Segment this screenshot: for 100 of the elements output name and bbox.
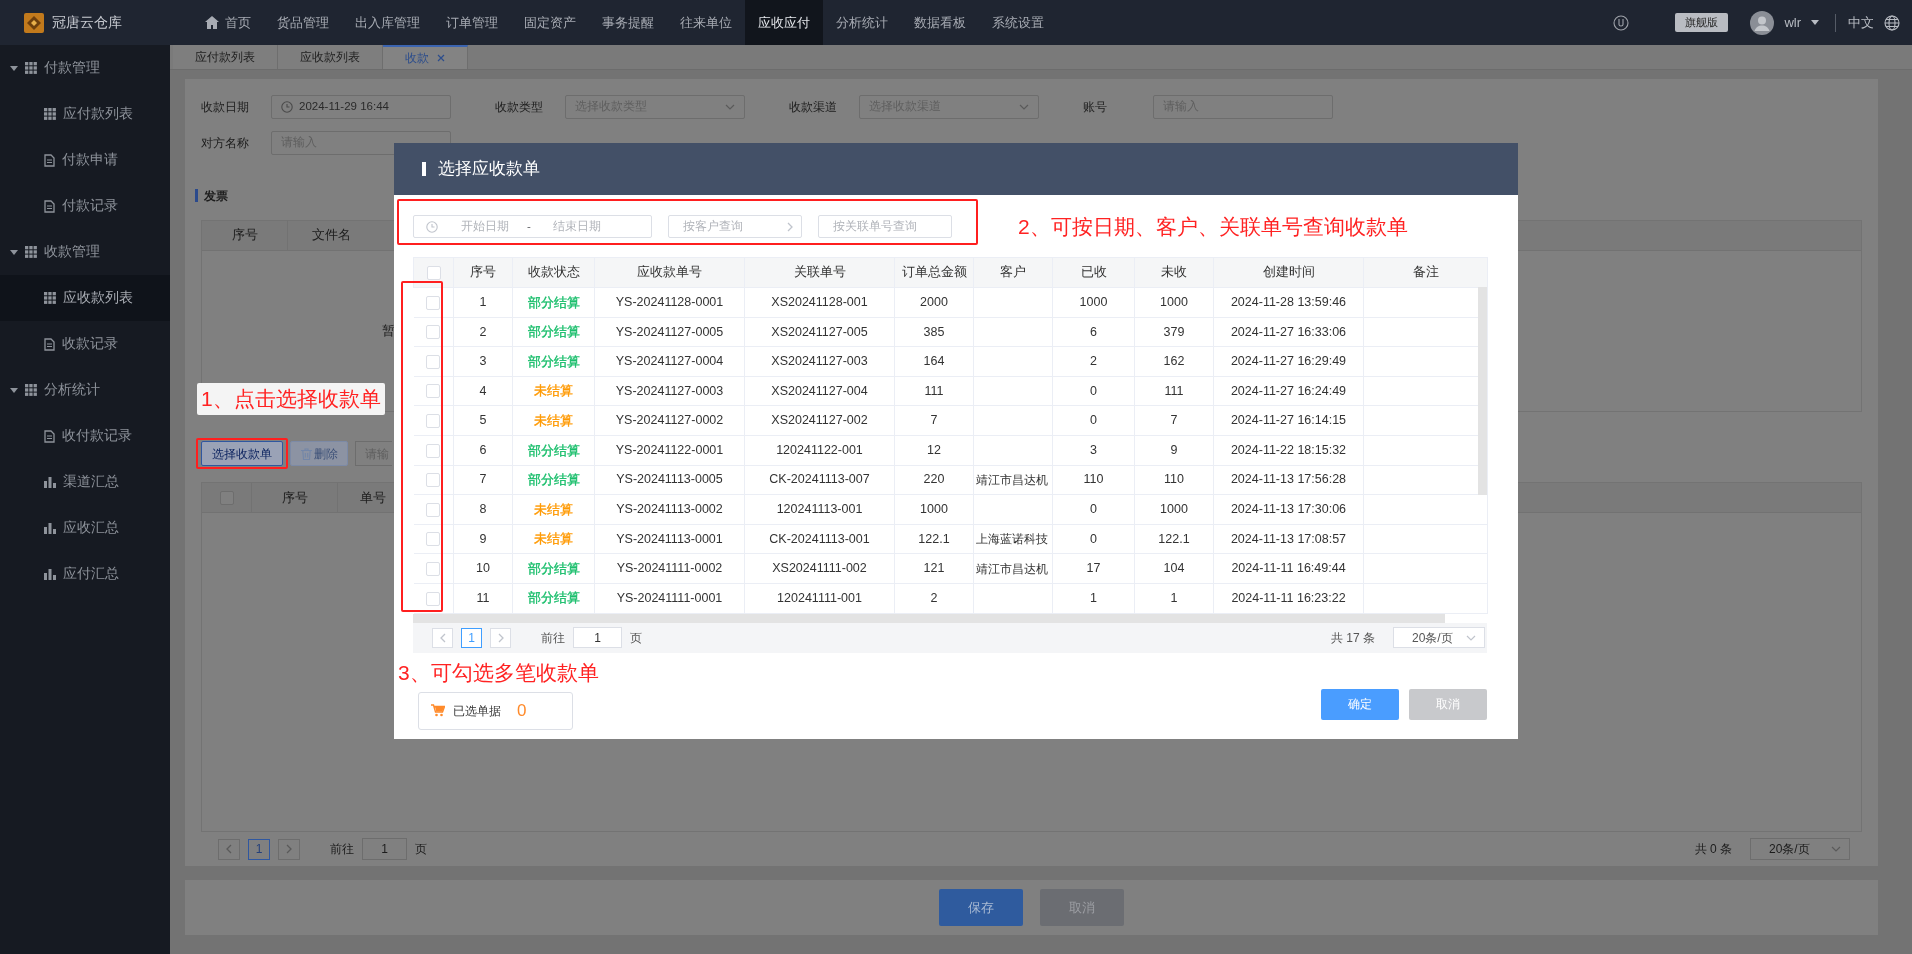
user-name[interactable]: wlr: [1784, 12, 1801, 33]
field-label: 账号: [1083, 99, 1108, 116]
language-text[interactable]: 中文: [1848, 12, 1874, 33]
sidebar-item[interactable]: 渠道汇总: [0, 459, 170, 505]
table-cell: 122.1: [894, 524, 974, 554]
sidebar-group[interactable]: 付款管理: [0, 45, 170, 91]
chevron-right-icon: [787, 221, 793, 232]
table-cell: 2024-11-27 16:33:06: [1213, 317, 1364, 347]
nav-item[interactable]: 往来单位: [667, 0, 745, 45]
nav-item[interactable]: 固定资产: [511, 0, 589, 45]
home-icon: [205, 16, 219, 29]
bar-chart-icon: [44, 476, 56, 488]
caret-icon: [10, 65, 18, 71]
table-cell: YS-20241122-0001: [594, 435, 745, 466]
nav-item[interactable]: 系统设置: [979, 0, 1057, 45]
table-cell: CK-20241113-007: [744, 465, 895, 495]
save-button[interactable]: 保存: [939, 889, 1023, 926]
nav-item[interactable]: 首页: [192, 0, 264, 45]
nav-item[interactable]: 应收应付: [745, 0, 823, 45]
sidebar-item[interactable]: 应付款列表: [0, 91, 170, 137]
column-header: 备注: [1363, 257, 1488, 288]
table-cell: 111: [894, 376, 974, 406]
table-cell: 379: [1134, 317, 1214, 347]
status-text: 未结算: [512, 524, 595, 554]
table-cell: YS-20241127-0002: [594, 405, 745, 436]
table-cell: 靖江市昌达机: [973, 465, 1053, 495]
table-cell: 2: [894, 583, 974, 614]
page-input[interactable]: 1: [362, 838, 407, 861]
annotation-text: 2、可按日期、客户、关联单号查询收款单: [1018, 213, 1408, 240]
table-cell: 1000: [1134, 287, 1214, 318]
select-button[interactable]: 选择收款单: [201, 441, 283, 467]
sidebar-item[interactable]: 应收汇总: [0, 505, 170, 551]
sidebar-item[interactable]: 付款申请: [0, 137, 170, 183]
table-cell: 104: [1134, 553, 1214, 584]
nav-item[interactable]: 事务提醒: [589, 0, 667, 45]
page-input[interactable]: 1: [573, 627, 622, 649]
caret-icon: [10, 249, 18, 255]
table-cell: 0: [1052, 494, 1135, 525]
table-cell: YS-20241127-0005: [594, 317, 745, 347]
page-size-select[interactable]: 20条/页: [1750, 838, 1850, 861]
globe-icon[interactable]: [1884, 14, 1900, 31]
vertical-scrollbar[interactable]: [1478, 287, 1487, 495]
sidebar-item[interactable]: 收款记录: [0, 321, 170, 367]
chevron-right-icon: [286, 844, 292, 855]
app-logo-text: 冠唐云仓库: [52, 13, 122, 32]
status-text: 未结算: [512, 494, 595, 525]
table-cell: 111: [1134, 376, 1214, 406]
page-suffix: 页: [630, 629, 642, 647]
circle-icon[interactable]: [1613, 14, 1630, 31]
status-text: 部分结算: [512, 553, 595, 584]
table-cell: XS20241127-004: [744, 376, 895, 406]
chevron-right-icon: [497, 632, 504, 643]
status-text: 未结算: [512, 376, 595, 406]
close-icon[interactable]: [437, 54, 445, 62]
page-suffix: 页: [415, 841, 427, 859]
table-cell: XS20241127-003: [744, 346, 895, 377]
tab[interactable]: 应收款列表: [278, 45, 383, 69]
status-text: 部分结算: [512, 346, 595, 377]
table-cell: 靖江市昌达机: [973, 553, 1053, 584]
table-cell: 2024-11-27 16:14:15: [1213, 405, 1364, 436]
page-size-select[interactable]: 20条/页: [1393, 627, 1485, 649]
document-icon: [44, 337, 55, 351]
sidebar-item[interactable]: 付款记录: [0, 183, 170, 229]
chevron-down-icon: [725, 104, 735, 110]
chevron-left-icon: [226, 844, 232, 855]
annotation-text: 3、可勾选多笔收款单: [398, 659, 600, 686]
grid-icon: [25, 246, 37, 258]
date-field[interactable]: 2024-11-29 16:44: [271, 95, 451, 119]
table-cell: 1000: [1134, 494, 1214, 525]
nav-item[interactable]: 订单管理: [433, 0, 511, 45]
caret-icon[interactable]: [1811, 20, 1819, 25]
sidebar-item[interactable]: 应付汇总: [0, 551, 170, 597]
sidebar-group[interactable]: 收款管理: [0, 229, 170, 275]
table-cell: 0: [1052, 405, 1135, 436]
table-cell: YS-20241113-0001: [594, 524, 745, 554]
horizontal-scrollbar[interactable]: [413, 613, 1445, 623]
trash-icon: [300, 447, 312, 460]
date-range-field[interactable]: 开始日期 - 结束日期: [413, 215, 652, 238]
chevron-down-icon: [1019, 104, 1029, 110]
tab[interactable]: 应付款列表: [173, 45, 278, 69]
table-cell: YS-20241111-0002: [594, 553, 745, 584]
nav-item[interactable]: 数据看板: [901, 0, 979, 45]
selected-count: 0: [517, 699, 527, 722]
sidebar-group[interactable]: 分析统计: [0, 367, 170, 413]
table-cell: 220: [894, 465, 974, 495]
column-header: 订单总金额: [894, 257, 974, 288]
table-cell: 6: [1052, 317, 1135, 347]
column-header: 收款状态: [512, 257, 595, 288]
bar-chart-icon: [44, 568, 56, 580]
table-cell: 2024-11-13 17:30:06: [1213, 494, 1364, 525]
nav-item[interactable]: 出入库管理: [342, 0, 433, 45]
sidebar-item[interactable]: 收付款记录: [0, 413, 170, 459]
table-cell: 10: [453, 553, 513, 584]
avatar-icon[interactable]: [1750, 10, 1775, 35]
sidebar-item[interactable]: 应收款列表: [0, 275, 170, 321]
field-label: 对方名称: [201, 134, 250, 152]
nav-item[interactable]: 分析统计: [823, 0, 901, 45]
table-cell: YS-20241128-0001: [594, 287, 745, 318]
grid-icon: [25, 384, 37, 396]
nav-item[interactable]: 货品管理: [264, 0, 342, 45]
